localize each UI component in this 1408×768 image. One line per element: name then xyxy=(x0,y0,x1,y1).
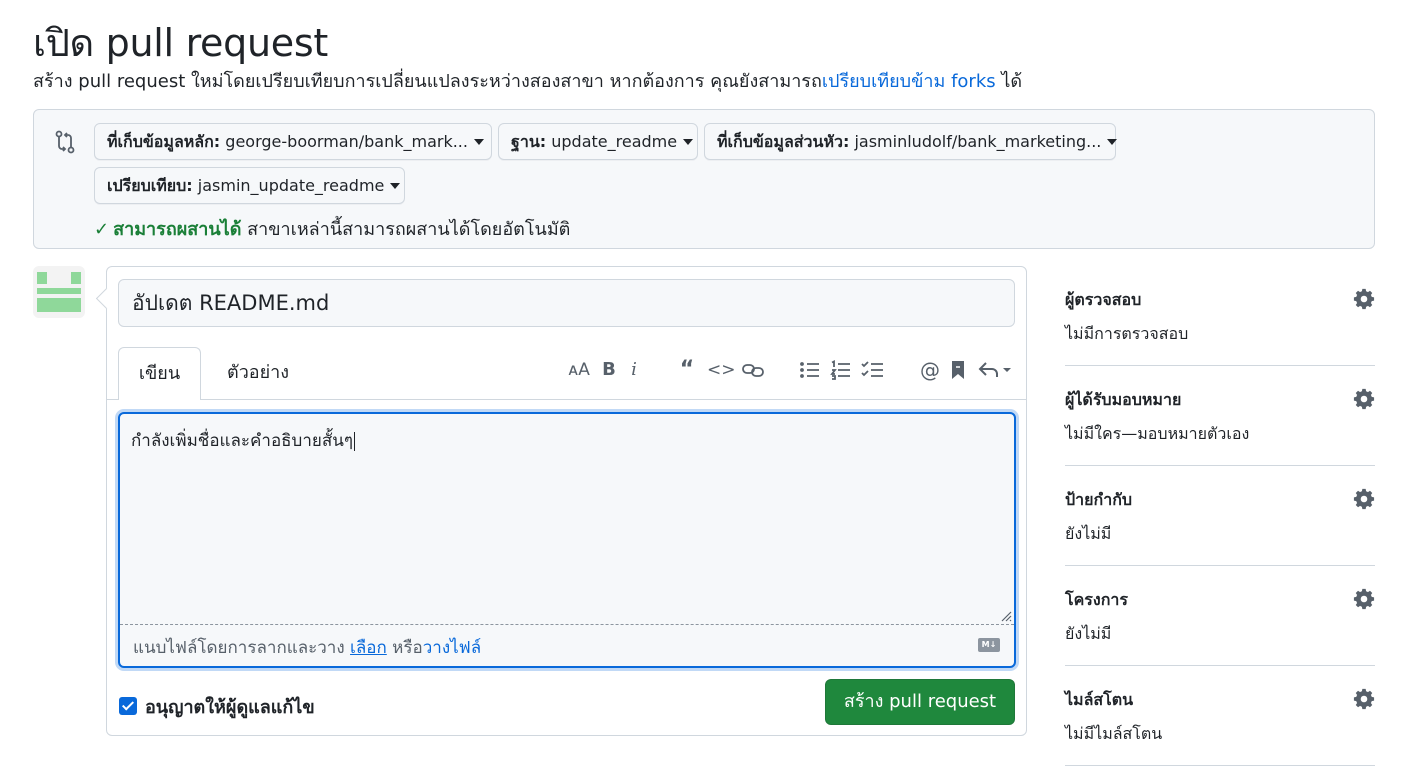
compare-range-box: ที่เก็บข้อมูลหลัก: george-boorman/bank_m… xyxy=(33,109,1375,249)
compare-branch-value: jasmin_update_readme xyxy=(197,176,385,195)
tab-divider xyxy=(107,399,1026,400)
base-branch-value: update_readme xyxy=(551,132,678,151)
bold-icon[interactable]: B xyxy=(599,357,619,383)
base-branch-label: ฐาน: xyxy=(511,132,547,151)
merge-status: ✓ สามารถผสานได้ สาขาเหล่านี้สามารถผสานได้… xyxy=(94,214,570,243)
gear-icon[interactable] xyxy=(1353,488,1375,510)
tab-write[interactable]: เขียน xyxy=(118,347,201,400)
reviewers-value: ไม่มีการตรวจสอบ xyxy=(1065,324,1189,343)
projects-title: โครงการ xyxy=(1065,590,1128,609)
projects-value: ยังไม่มี xyxy=(1065,624,1112,643)
subtitle-text: สร้าง pull request ใหม่โดยเปรียบเทียบการ… xyxy=(33,71,822,92)
head-repository-value: jasminludolf/bank_marketing... xyxy=(854,132,1102,151)
attach-hint: แนบไฟล์โดยการลากและวาง xyxy=(133,638,351,658)
check-icon: ✓ xyxy=(94,219,110,240)
title-input[interactable]: อัปเดต README.md xyxy=(118,279,1015,327)
allow-edits-label: อนุญาตให้ผู้ดูแลแก้ไข xyxy=(145,697,315,718)
gear-icon[interactable] xyxy=(1353,588,1375,610)
chevron-down-icon xyxy=(683,138,694,145)
milestone-value: ไม่มีไมล์สโตน xyxy=(1065,724,1163,743)
avatar[interactable] xyxy=(33,266,85,318)
text-size-icon[interactable]: ᴀA xyxy=(565,357,593,383)
select-file-link[interactable]: เลือก xyxy=(350,638,387,658)
chevron-down-icon xyxy=(473,138,484,145)
merge-status-label: สามารถผสานได้ xyxy=(113,219,242,240)
git-compare-icon xyxy=(55,130,75,154)
head-repository-select[interactable]: ที่เก็บข้อมูลส่วนหัว: jasminludolf/bank_… xyxy=(704,123,1118,160)
task-list-icon[interactable] xyxy=(861,360,885,380)
checkbox-checked-icon[interactable] xyxy=(119,697,137,715)
milestone-title: ไมล์สโตน xyxy=(1065,690,1134,709)
body-text: กำลังเพิ่มชื่อและคำอธิบายสั้นๆ xyxy=(131,427,355,454)
markdown-icon[interactable]: M↓ xyxy=(978,638,1000,652)
page-subtitle: สร้าง pull request ใหม่โดยเปรียบเทียบการ… xyxy=(33,66,1022,95)
base-repository-label: ที่เก็บข้อมูลหลัก: xyxy=(107,132,221,151)
ordered-list-icon[interactable] xyxy=(830,360,852,380)
base-repository-select[interactable]: ที่เก็บข้อมูลหลัก: george-boorman/bank_m… xyxy=(94,123,492,160)
subtitle-end: ได้ xyxy=(995,71,1023,92)
assignees-title: ผู้ได้รับมอบหมาย xyxy=(1065,390,1182,409)
code-icon[interactable]: <> xyxy=(707,357,736,383)
text-cursor xyxy=(353,431,355,451)
compare-branch-label: เปรียบเทียบ: xyxy=(107,176,193,195)
paste-file-link[interactable]: วางไฟล์ xyxy=(423,638,481,658)
page-title: เปิด pull request xyxy=(33,21,328,65)
attach-text: แนบไฟล์โดยการลากและวาง เลือก หรือวางไฟล์ xyxy=(133,634,481,661)
gear-icon[interactable] xyxy=(1353,388,1375,410)
attach-or: หรือ xyxy=(386,638,423,658)
create-pull-request-button[interactable]: สร้าง pull request xyxy=(825,679,1015,725)
body-text-value: กำลังเพิ่มชื่อและคำอธิบายสั้นๆ xyxy=(131,431,353,451)
gear-icon[interactable] xyxy=(1353,688,1375,710)
markdown-toolbar: ᴀA B i “ <> @ xyxy=(107,357,1026,383)
labels-title: ป้ายกำกับ xyxy=(1065,490,1133,509)
labels-value: ยังไม่มี xyxy=(1065,524,1112,543)
base-repository-value: george-boorman/bank_mark... xyxy=(225,132,468,151)
merge-status-message: สาขาเหล่านี้สามารถผสานได้โดยอัตโนมัติ xyxy=(247,219,571,240)
pull-request-form: อัปเดต README.md เขียน ตัวอย่าง ᴀA B i “… xyxy=(106,266,1027,736)
italic-icon[interactable]: i xyxy=(626,357,642,383)
body-textarea[interactable]: กำลังเพิ่มชื่อและคำอธิบายสั้นๆ แนบไฟล์โด… xyxy=(118,412,1016,668)
compare-forks-link[interactable]: เปรียบเทียบข้าม forks xyxy=(822,71,996,92)
head-repository-label: ที่เก็บข้อมูลส่วนหัว: xyxy=(717,132,850,151)
allow-edits-checkbox[interactable]: อนุญาตให้ผู้ดูแลแก้ไข xyxy=(119,692,315,721)
reference-icon[interactable] xyxy=(949,360,967,380)
reply-icon[interactable] xyxy=(978,360,1012,380)
sidebar-projects: โครงการ ยังไม่มี xyxy=(1065,566,1375,666)
unordered-list-icon[interactable] xyxy=(799,360,821,380)
file-attachment-bar[interactable]: แนบไฟล์โดยการลากและวาง เลือก หรือวางไฟล์… xyxy=(120,624,1014,666)
chevron-down-icon xyxy=(1107,138,1118,145)
sidebar-assignees: ผู้ได้รับมอบหมาย ไม่มีใคร—มอบหมายตัวเอง xyxy=(1065,366,1375,466)
base-branch-select[interactable]: ฐาน: update_readme xyxy=(498,123,698,160)
mention-icon[interactable]: @ xyxy=(917,357,943,383)
sidebar-reviewers: ผู้ตรวจสอบ ไม่มีการตรวจสอบ xyxy=(1065,266,1375,366)
assignees-value[interactable]: ไม่มีใคร—มอบหมายตัวเอง xyxy=(1065,422,1249,447)
link-icon[interactable] xyxy=(741,361,765,379)
compare-branch-select[interactable]: เปรียบเทียบ: jasmin_update_readme xyxy=(94,167,405,204)
sidebar-milestone: ไมล์สโตน ไม่มีไมล์สโตน xyxy=(1065,666,1375,766)
quote-icon[interactable]: “ xyxy=(675,357,699,383)
gear-icon[interactable] xyxy=(1353,288,1375,310)
chevron-down-icon xyxy=(390,182,401,189)
sidebar-labels: ป้ายกำกับ ยังไม่มี xyxy=(1065,466,1375,566)
reviewers-title: ผู้ตรวจสอบ xyxy=(1065,290,1142,309)
resize-handle-icon[interactable] xyxy=(1000,610,1012,622)
